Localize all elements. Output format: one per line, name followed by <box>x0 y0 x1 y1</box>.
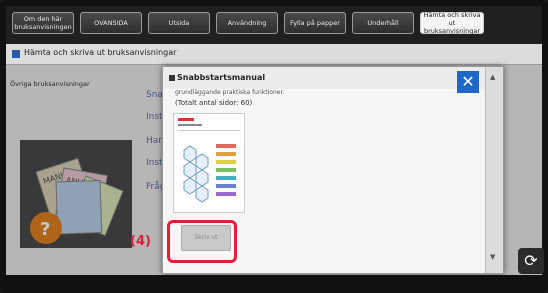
tab-underhall[interactable]: Underhåll <box>352 12 414 34</box>
arrow-down-icon[interactable]: ▼ <box>490 253 495 261</box>
tab-anvandning[interactable]: Användning <box>216 12 278 34</box>
title-square-icon <box>12 50 20 58</box>
page-title: Hämta och skriva ut bruksanvisningar <box>24 48 177 57</box>
device-frame: Om den här bruksanvisningen OVANSIDA Uts… <box>0 0 548 293</box>
tab-about[interactable]: Om den här bruksanvisningen <box>12 12 74 34</box>
dialog-title-bar: Snabbstartsmanual <box>163 67 485 89</box>
step-callout: (4) <box>130 234 151 249</box>
refresh-icon[interactable]: ⟳ <box>518 248 544 274</box>
total-pages: (Totalt antal sidor: 60) <box>175 99 253 107</box>
top-tab-bar: Om den här bruksanvisningen OVANSIDA Uts… <box>6 6 542 44</box>
manual-thumbnail <box>173 113 245 213</box>
tab-ovansida[interactable]: OVANSIDA <box>80 12 142 34</box>
print-button-highlight <box>167 220 237 263</box>
dialog-title-icon <box>169 75 175 81</box>
dialog-title: Snabbstartsmanual <box>177 73 266 82</box>
page-title-bar: Hämta och skriva ut bruksanvisningar <box>6 44 542 65</box>
dialog-scrollbar[interactable]: ▲ ▼ <box>485 67 503 273</box>
tab-utsida[interactable]: Utsida <box>148 12 210 34</box>
arrow-up-icon[interactable]: ▲ <box>490 73 495 81</box>
tab-hamta-skriva[interactable]: Hämta och skriva ut bruksanvisningar <box>420 11 484 35</box>
tab-fylla-papper[interactable]: Fylla på papper <box>284 12 346 34</box>
close-icon[interactable]: ✕ <box>457 71 479 93</box>
dialog-description: grundläggande praktiska funktioner. <box>175 89 285 96</box>
